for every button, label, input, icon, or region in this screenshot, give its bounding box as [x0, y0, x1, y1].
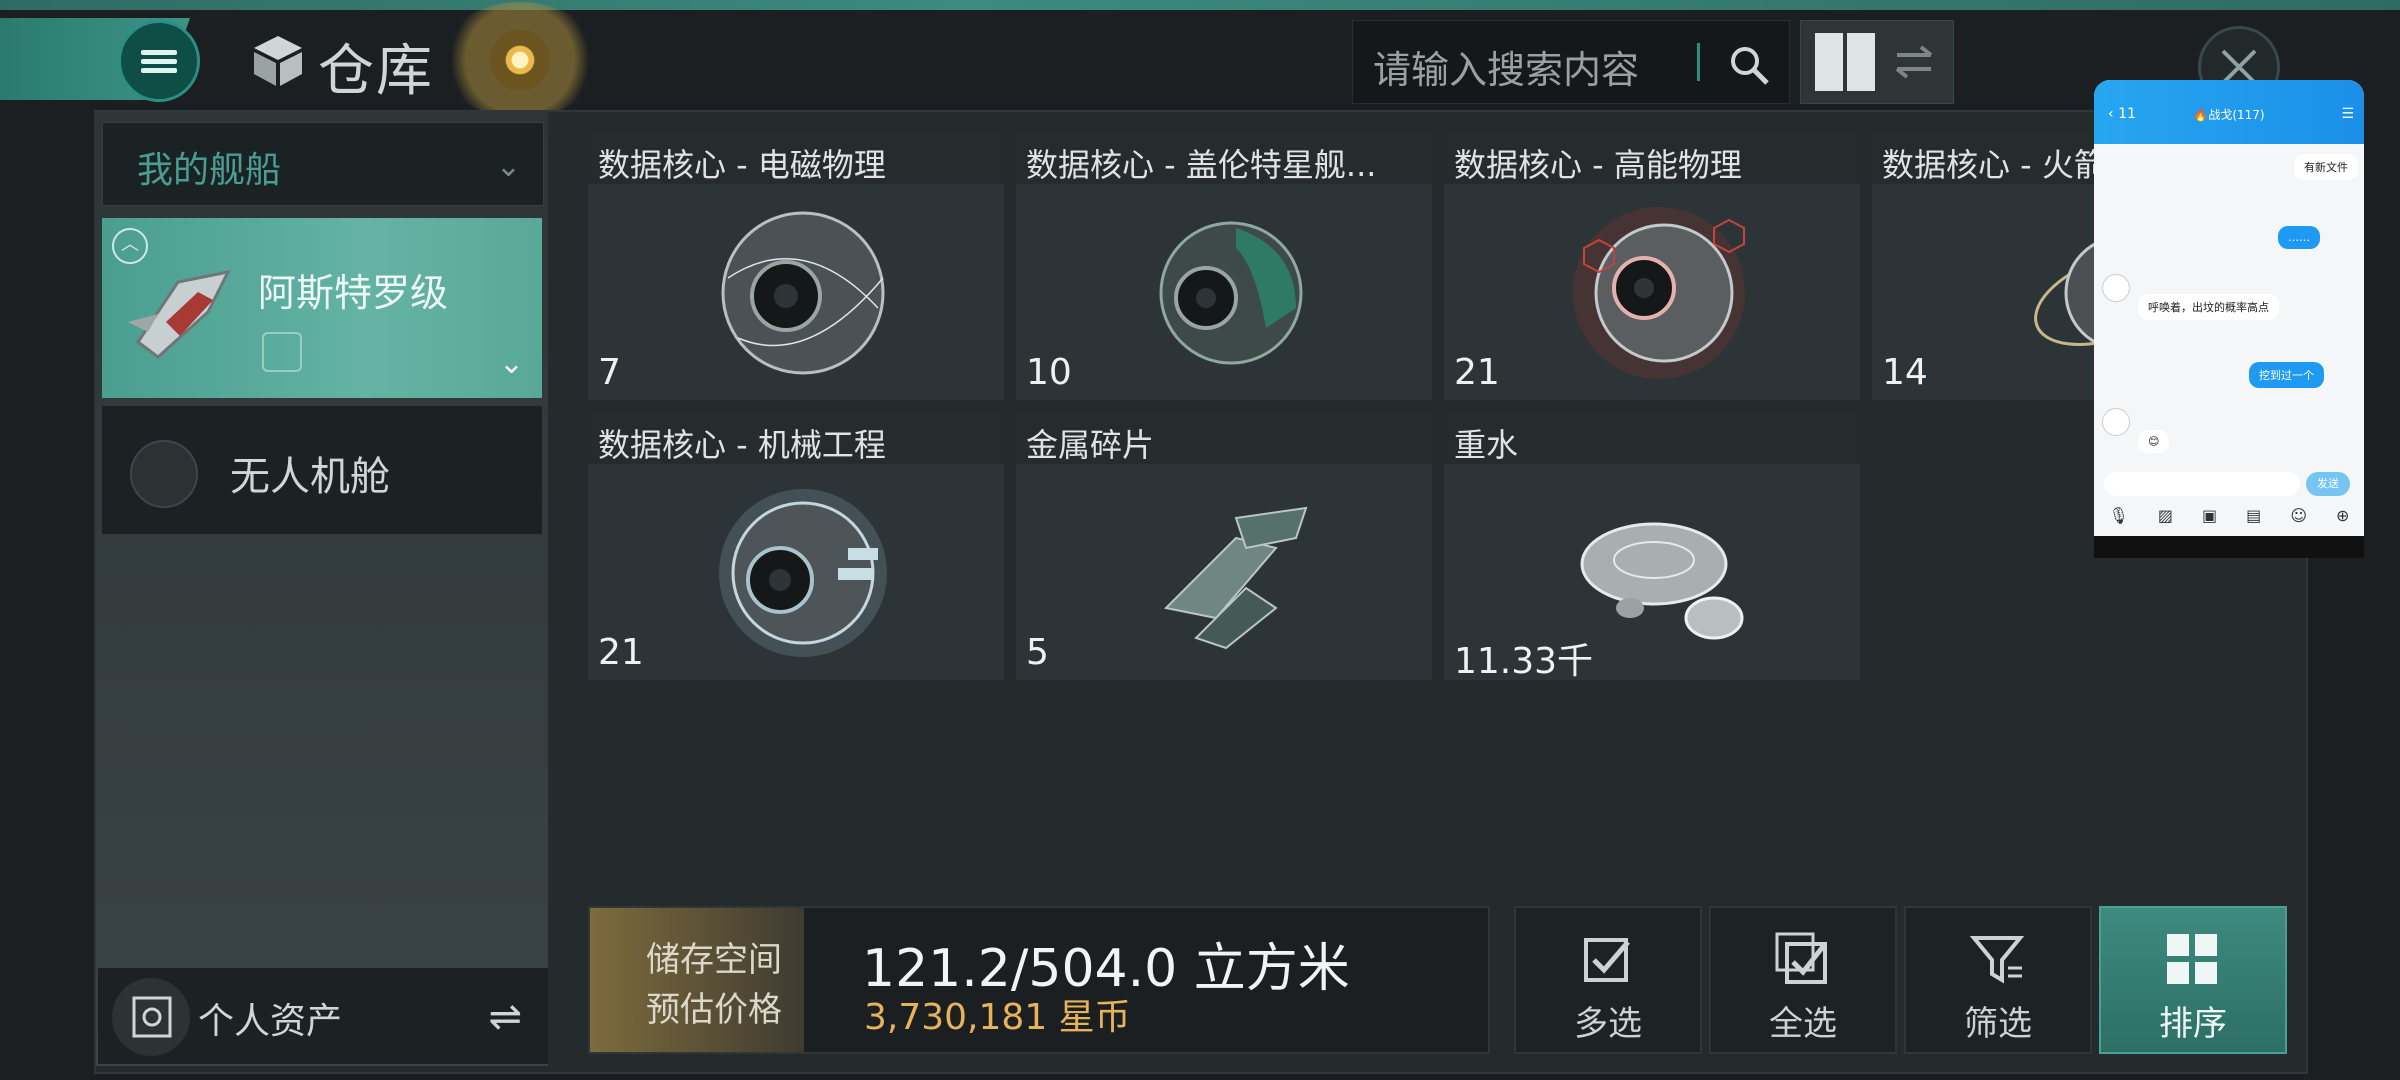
plus-icon[interactable]: ⊕	[2336, 506, 2349, 536]
search-box[interactable]: 请输入搜索内容	[1352, 20, 1790, 104]
item-quantity: 5	[1026, 632, 1049, 673]
sort-grid-icon	[2167, 934, 2217, 984]
item-name: 重水	[1454, 426, 1519, 464]
data-core-icon	[719, 489, 887, 657]
menu-button[interactable]	[118, 20, 200, 102]
item-quantity: 11.33千	[1454, 641, 1594, 682]
inventory-item[interactable]: 数据核心 - 盖伦特星舰... 10	[1016, 134, 1432, 400]
item-name: 数据核心 - 电磁物理	[598, 146, 886, 184]
view-toggle[interactable]	[1800, 20, 1954, 104]
select-all-button[interactable]: 全选	[1709, 906, 1897, 1054]
chat-message: ……	[2278, 226, 2320, 249]
send-button[interactable]: 发送	[2306, 472, 2350, 496]
select-all-icon	[1775, 932, 1827, 984]
image-icon[interactable]: ▨	[2158, 506, 2173, 536]
chevron-down-icon: ⌄	[495, 149, 521, 184]
cargo-icon	[262, 332, 302, 372]
ship-selector-label: 我的舰船	[137, 150, 282, 191]
data-core-icon	[1573, 207, 1745, 379]
sort-label: 排序	[2159, 1004, 2227, 1044]
chat-file-notice[interactable]: 有新文件	[2294, 154, 2358, 180]
item-quantity: 7	[598, 352, 621, 393]
safe-icon	[112, 978, 190, 1056]
chat-title: 🔥战戈(117)	[2193, 108, 2265, 122]
metal-scraps-icon	[1163, 506, 1308, 650]
chat-input[interactable]	[2104, 472, 2300, 496]
item-name: 数据核心 - 火箭	[1882, 146, 2106, 184]
search-input[interactable]: 请输入搜索内容	[1373, 39, 1639, 94]
mic-icon[interactable]: 🎙	[2109, 506, 2129, 536]
chevron-down-icon[interactable]: ⌄	[499, 346, 524, 381]
top-strip	[0, 0, 2400, 10]
data-core-icon	[1159, 221, 1303, 365]
ship-selector-dropdown[interactable]: 我的舰船 ⌄	[102, 122, 544, 206]
item-grid: 数据核心 - 电磁物理 7 数据核心 - 盖伦特星舰... 10 数据核心 - …	[588, 134, 2298, 694]
item-name: 数据核心 - 机械工程	[598, 426, 886, 464]
item-quantity: 21	[598, 632, 644, 673]
inventory-item[interactable]: 数据核心 - 高能物理 21	[1444, 134, 1860, 400]
page-title: 仓库	[318, 39, 434, 104]
item-name: 金属碎片	[1026, 426, 1155, 464]
hamburger-icon	[141, 46, 177, 77]
filter-button[interactable]: 筛选	[1904, 906, 2092, 1054]
filter-label: 筛选	[1964, 1004, 2032, 1044]
ship-card[interactable]: ︿ 阿斯特罗级 ⌄	[102, 218, 542, 398]
sort-button[interactable]: 排序	[2099, 906, 2287, 1054]
filter-icon	[1969, 936, 2025, 984]
estimated-price-label: 预估价格	[646, 990, 782, 1030]
search-icon[interactable]	[1725, 41, 1773, 89]
cube-icon	[254, 36, 302, 86]
avatar[interactable]	[2102, 408, 2130, 436]
inventory-item[interactable]: 数据核心 - 电磁物理 7	[588, 134, 1004, 400]
storage-space-label: 储存空间	[646, 940, 782, 980]
swap-icon[interactable]: ⇌	[488, 994, 522, 1040]
inventory-item[interactable]: 金属碎片 5	[1016, 414, 1432, 680]
checkbox-icon	[1584, 938, 1630, 982]
ship-name: 阿斯特罗级	[258, 271, 449, 315]
camera-icon[interactable]: ▣	[2202, 506, 2217, 536]
item-name: 数据核心 - 高能物理	[1454, 146, 1742, 184]
multi-select-button[interactable]: 多选	[1514, 906, 1702, 1054]
chat-menu-icon[interactable]: ☰	[2341, 106, 2354, 122]
chat-message: 挖到过一个	[2249, 362, 2324, 388]
drone-bay-item[interactable]: 无人机舱	[102, 406, 542, 534]
item-name: 数据核心 - 盖伦特星舰...	[1026, 146, 1377, 184]
inventory-item[interactable]: 重水 11.33千	[1444, 414, 1860, 682]
search-divider	[1697, 43, 1700, 81]
emoji-icon[interactable]: ☺	[2290, 506, 2307, 536]
chat-message: 😊	[2138, 430, 2170, 453]
chat-header: ‹ 11 🔥战戈(117) ☰	[2094, 80, 2364, 144]
personal-assets-button[interactable]: 个人资产 ⇌	[98, 968, 548, 1064]
item-quantity: 14	[1882, 352, 1928, 393]
glowing-orb-button[interactable]	[440, 2, 600, 118]
avatar[interactable]	[2102, 274, 2130, 302]
file-icon[interactable]: ▤	[2246, 506, 2261, 536]
multi-select-label: 多选	[1574, 1004, 1642, 1044]
grid-view-icon[interactable]	[1801, 21, 1953, 103]
item-quantity: 10	[1026, 352, 1072, 393]
chat-overlay[interactable]: ‹ 11 🔥战戈(117) ☰ 有新文件 …… 呼唤着，出坟的概率高点 挖到过一…	[2094, 80, 2364, 558]
estimated-price: 3,730,181 星币	[864, 997, 1131, 1038]
chat-toolbar: 🎙 ▨ ▣ ▤ ☺ ⊕	[2094, 506, 2364, 536]
storage-labels: 储存空间 预估价格	[590, 908, 804, 1052]
drone-bay-icon	[130, 440, 198, 508]
select-all-label: 全选	[1769, 1004, 1837, 1044]
chat-message: 呼唤着，出坟的概率高点	[2138, 294, 2279, 320]
storage-panel: 储存空间 预估价格 121.2/504.0 立方米 3,730,181 星币	[588, 906, 1490, 1054]
ship-icon	[128, 269, 231, 359]
personal-assets-label: 个人资产	[198, 1001, 343, 1042]
inventory-item[interactable]: 数据核心 - 机械工程 21	[588, 414, 1004, 680]
data-core-icon	[721, 211, 885, 375]
chat-footer	[2094, 536, 2364, 558]
item-quantity: 21	[1454, 352, 1500, 393]
drone-bay-label: 无人机舱	[230, 454, 390, 500]
